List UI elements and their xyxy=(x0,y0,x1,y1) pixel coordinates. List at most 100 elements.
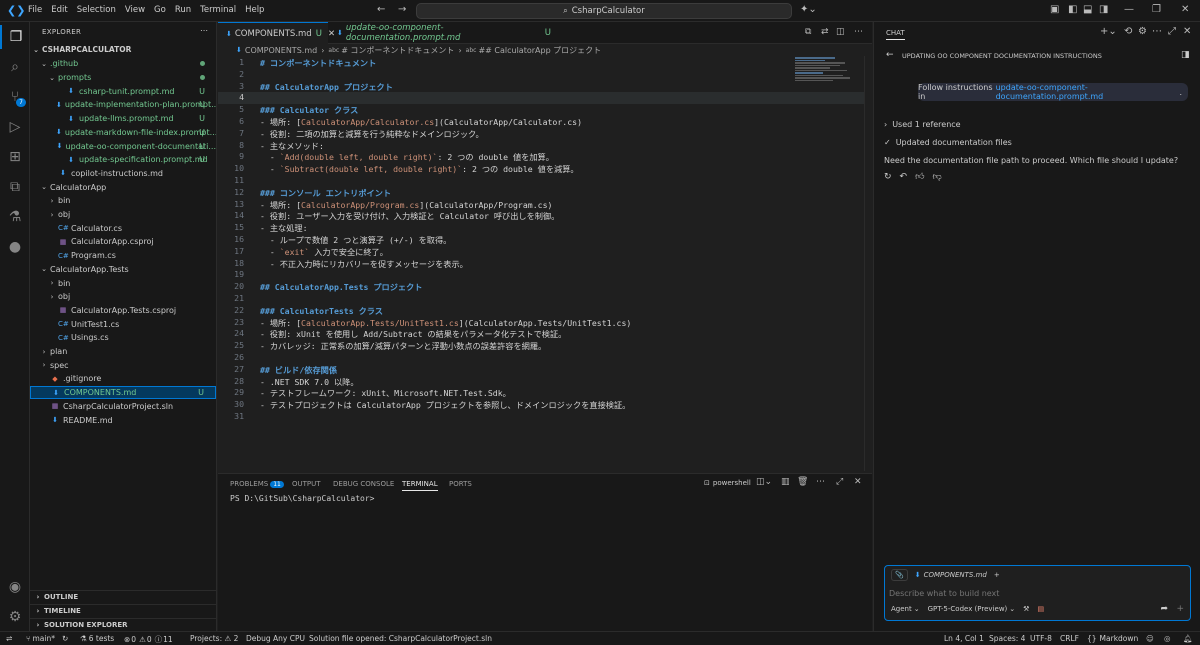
minimap[interactable] xyxy=(795,57,855,97)
code-line[interactable]: 8 - 主なメソッド: xyxy=(218,140,872,152)
history-icon[interactable]: ⟲ xyxy=(1124,26,1132,37)
tab-update-oo-prompt[interactable]: ⬇ update-oo-component-documentation.prom… xyxy=(329,22,559,44)
tree-file[interactable]: ⬇ copilot-instructions.md xyxy=(30,167,216,181)
code-line[interactable]: 3 ## CalculatorApp プロジェクト xyxy=(218,81,872,93)
tree-file[interactable]: ⬇ update-specification.prompt.md U xyxy=(30,153,216,167)
kill-terminal-icon[interactable]: 🗑 xyxy=(797,477,808,487)
tree-file[interactable]: ⬇ update-llms.prompt.md U xyxy=(30,112,216,126)
tree-file[interactable]: ▦ CsharpCalculatorProject.sln xyxy=(30,400,216,414)
add-context-icon[interactable]: + xyxy=(1176,604,1184,614)
github-icon[interactable]: ● xyxy=(0,235,30,259)
back-arrow-icon[interactable]: ← xyxy=(377,4,385,15)
retry-icon[interactable]: ↻ xyxy=(884,172,892,182)
split-editor-icon[interactable]: ◫ xyxy=(836,27,845,37)
tree-file[interactable]: ⬇ README.md xyxy=(30,413,216,427)
solution-status[interactable]: Solution file opened: CsharpCalculatorPr… xyxy=(309,634,492,643)
add-attachment-icon[interactable]: + xyxy=(994,571,1000,579)
chat-prompt-input[interactable] xyxy=(889,586,1179,600)
source-control-icon[interactable]: ⑂ 7 xyxy=(0,85,30,109)
menu-help[interactable]: Help xyxy=(245,5,264,15)
maximize-icon[interactable]: ⤢ xyxy=(1168,26,1176,37)
code-line[interactable]: 30 - テストプロジェクトは CalculatorApp プロジェクトを参照し、… xyxy=(218,399,872,411)
code-line[interactable]: 27 ## ビルド/依存関係 xyxy=(218,364,872,376)
problems-summary[interactable]: ⊗ 0 ⚠ 0 ⓘ 11 xyxy=(124,634,173,645)
close-panel-icon[interactable]: ✕ xyxy=(854,477,862,487)
code-line[interactable]: 11 xyxy=(218,175,872,187)
cursor-position[interactable]: Ln 4, Col 1 xyxy=(944,634,984,643)
code-line[interactable]: 28 - .NET SDK 7.0 以降。 xyxy=(218,376,872,388)
code-line[interactable]: 31 xyxy=(218,411,872,423)
tools-icon[interactable]: ⚒ xyxy=(1023,605,1029,613)
more-actions-icon[interactable]: ⋯ xyxy=(200,26,208,35)
tree-file[interactable]: C# Program.cs xyxy=(30,249,216,263)
indentation[interactable]: Spaces: 4 xyxy=(989,634,1025,643)
code-line[interactable]: 19 xyxy=(218,269,872,281)
code-line[interactable]: 5 ### Calculator クラス xyxy=(218,104,872,116)
tree-folder[interactable]: ⌄ prompts xyxy=(30,71,216,85)
encoding[interactable]: UTF-8 xyxy=(1030,634,1052,643)
code-line[interactable]: 18 - 不正入力時にリカバリーを促すメッセージを表示。 xyxy=(218,258,872,270)
breadcrumb-heading-1[interactable]: # コンポーネントドキュメント xyxy=(341,45,454,56)
user-message-link[interactable]: update-oo-component-documentation.prompt… xyxy=(996,83,1180,101)
run-debug-icon[interactable]: ▷ xyxy=(0,115,30,139)
attach-context-icon[interactable]: 📎 xyxy=(891,569,908,581)
new-terminal-icon[interactable]: ▥ xyxy=(781,477,790,487)
tree-file[interactable]: ⬇ update-oo-component-documentati... U xyxy=(30,139,216,153)
split-terminal-icon[interactable]: ◫⌄ xyxy=(756,477,772,487)
thumbs-down-icon[interactable]: 👎︎ xyxy=(933,172,942,182)
extensions-icon[interactable]: ⊞ xyxy=(0,145,30,169)
copilot-status-icon[interactable]: ☺ xyxy=(1146,634,1154,643)
updated-files-step[interactable]: ✓ Updated documentation files xyxy=(884,138,1012,147)
code-line[interactable]: 29 - テストフレームワーク: xUnit、Microsoft.NET.Test… xyxy=(218,387,872,399)
forward-arrow-icon[interactable]: → xyxy=(398,4,406,15)
explorer-icon[interactable]: ❐ xyxy=(0,25,30,49)
settings-gear-icon[interactable]: ⚙ xyxy=(1138,26,1147,37)
send-icon[interactable]: ➦ xyxy=(1160,604,1168,614)
code-line[interactable]: 4 xyxy=(218,92,872,105)
tree-file[interactable]: C# Usings.cs xyxy=(30,331,216,345)
undo-icon[interactable]: ↶ xyxy=(900,172,908,182)
code-line[interactable]: 6- 場所: [CalculatorApp/Calculator.cs](Cal… xyxy=(218,116,872,128)
breadcrumb-file[interactable]: COMPONENTS.md xyxy=(245,46,317,55)
code-line[interactable]: 15 - 主な処理: xyxy=(218,222,872,234)
notifications-icon[interactable]: 🔔︎ xyxy=(1183,634,1193,643)
more-actions-icon[interactable]: ⋯ xyxy=(816,477,825,487)
settings-gear-icon[interactable]: ⚙ xyxy=(0,605,30,629)
search-view-icon[interactable]: ⌕ xyxy=(0,55,30,79)
section-timeline[interactable]: › TIMELINE xyxy=(30,604,216,618)
session-layout-icon[interactable]: ◨ xyxy=(1181,50,1190,60)
tree-file[interactable]: C# UnitTest1.cs xyxy=(30,317,216,331)
tree-file[interactable]: ⬇ update-implementation-plan.prompt.... U xyxy=(30,98,216,112)
code-editor[interactable]: 1 # コンポーネントドキュメント 2 3 ## CalculatorApp プロジェク… xyxy=(218,56,872,472)
tree-folder[interactable]: ⌄ .github xyxy=(30,57,216,71)
minimize-icon[interactable]: — xyxy=(1124,4,1134,15)
model-picker[interactable]: GPT-5-Codex (Preview) xyxy=(928,605,1008,613)
vertical-scrollbar[interactable] xyxy=(864,56,872,471)
tree-file[interactable]: ▦ CalculatorApp.csproj xyxy=(30,235,216,249)
feedback-icon[interactable]: ◎ xyxy=(1164,634,1171,643)
toggle-panel-icon[interactable]: ⬓ xyxy=(1083,4,1092,15)
copilot-icon[interactable]: ✦⌄ xyxy=(800,4,817,15)
code-line[interactable]: 24 - 役割: xUnit を使用し Add/Subtract の結果をパラメー… xyxy=(218,328,872,340)
customize-layout-icon[interactable]: ▣ xyxy=(1050,4,1059,15)
code-line[interactable]: 14 - 役割: ユーザー入力を受け付け、入力検証と Calculator 呼び出… xyxy=(218,210,872,222)
code-line[interactable]: 23- 場所: [CalculatorApp.Tests/UnitTest1.c… xyxy=(218,317,872,329)
more-actions-icon[interactable]: ⋯ xyxy=(854,27,863,37)
toggle-secondary-sidebar-icon[interactable]: ◨ xyxy=(1099,4,1108,15)
branch-indicator[interactable]: ⑂ main* xyxy=(26,634,55,643)
menu-go[interactable]: Go xyxy=(154,5,166,15)
tree-file[interactable]: ⬇ csharp-tunit.prompt.md U xyxy=(30,84,216,98)
code-line[interactable]: 21 xyxy=(218,293,872,305)
menu-view[interactable]: View xyxy=(125,5,145,15)
tree-file[interactable]: ◆ .gitignore xyxy=(30,372,216,386)
tree-folder[interactable]: › spec xyxy=(30,358,216,372)
tree-file[interactable]: ⬇ update-markdown-file-index.prompt.... U xyxy=(30,126,216,140)
remote-explorer-icon[interactable]: ⧉ xyxy=(0,175,30,199)
language-mode[interactable]: {} Markdown xyxy=(1087,634,1138,643)
used-references[interactable]: › Used 1 reference xyxy=(884,120,961,129)
toggle-sidebar-icon[interactable]: ◧ xyxy=(1068,4,1077,15)
line-endings[interactable]: CRLF xyxy=(1060,634,1079,643)
close-window-icon[interactable]: ✕ xyxy=(1181,4,1189,15)
tab-output[interactable]: OUTPUT xyxy=(292,480,321,488)
thumbs-up-icon[interactable]: 👍︎ xyxy=(915,172,924,182)
